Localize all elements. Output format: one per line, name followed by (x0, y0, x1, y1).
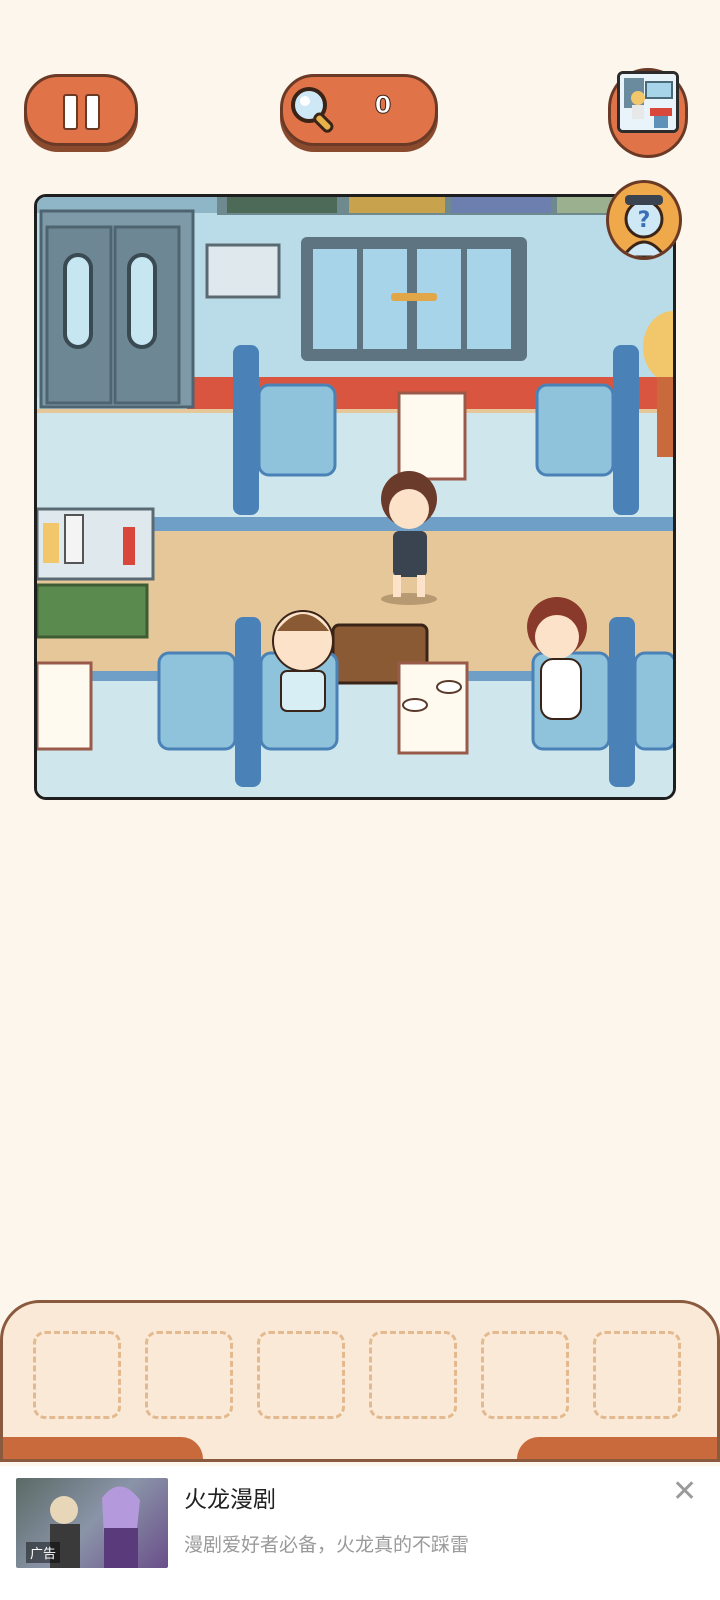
hint-button[interactable]: 0 (280, 74, 438, 146)
scene-image[interactable] (34, 194, 676, 800)
svg-text:?: ? (638, 208, 651, 233)
ad-title[interactable]: 火龙漫剧 (184, 1480, 276, 1514)
item-slot-2 (145, 1331, 233, 1419)
character-hint-button[interactable]: ? (606, 180, 682, 260)
ad-banner[interactable]: 广告 火龙漫剧 漫剧爱好者必备，火龙真的不踩雷 ✕ (0, 1466, 720, 1600)
ad-tag: 广告 (26, 1542, 61, 1563)
mystery-character-icon: ? (621, 195, 667, 257)
ad-description: 漫剧爱好者必备，火龙真的不踩雷 (184, 1534, 470, 1556)
magnifier-icon (291, 87, 334, 133)
item-tray (0, 1300, 720, 1462)
tray-foot-right (517, 1437, 717, 1459)
item-slot-5 (481, 1331, 569, 1419)
close-icon[interactable]: ✕ (672, 1474, 697, 1509)
item-slot-1 (33, 1331, 121, 1419)
item-slot-6 (593, 1331, 681, 1419)
character-old-man (272, 610, 334, 712)
reference-thumbnail (617, 71, 679, 133)
item-slot-3 (257, 1331, 345, 1419)
ad-image[interactable]: 广告 (16, 1478, 168, 1568)
tray-foot-left (3, 1437, 203, 1459)
pause-button[interactable] (24, 74, 138, 146)
hint-count: 0 (374, 91, 392, 120)
item-slot-4 (369, 1331, 457, 1419)
reference-image-button[interactable] (608, 68, 688, 158)
